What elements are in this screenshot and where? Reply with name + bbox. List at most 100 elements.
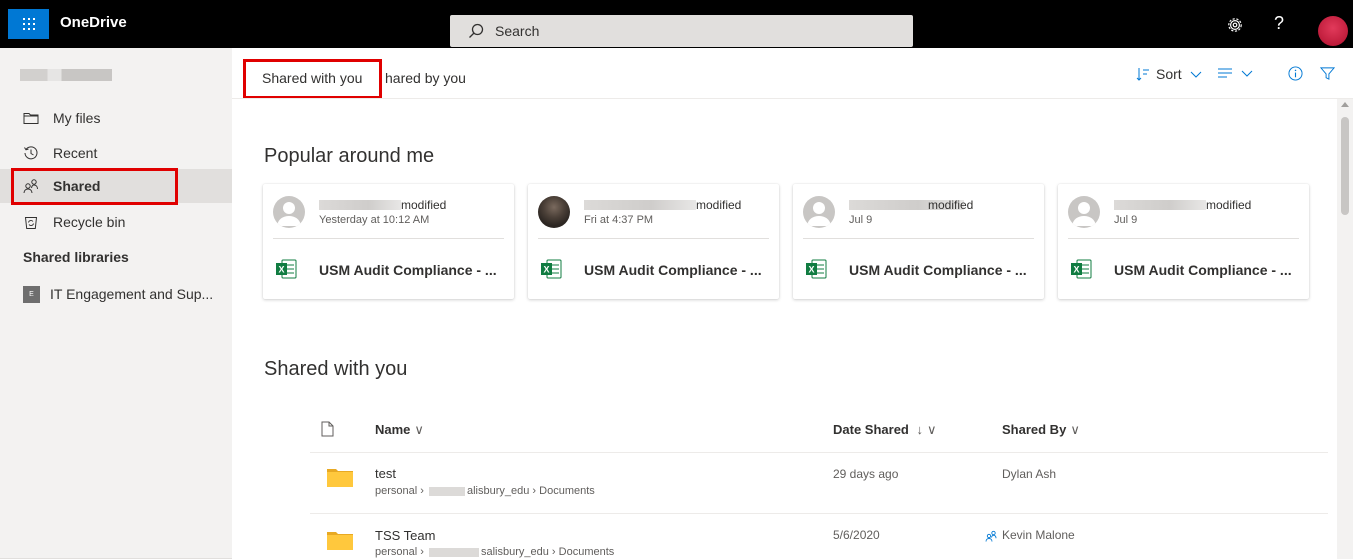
row-name[interactable]: TSS Team — [375, 528, 435, 543]
card-divider — [803, 238, 1034, 239]
card-file-name: USM Audit Compliance - ... — [1114, 262, 1292, 278]
app-name[interactable]: OneDrive — [60, 14, 127, 31]
chevron-down-icon: ∨ — [1070, 422, 1080, 437]
card-divider — [538, 238, 769, 239]
svg-text:X: X — [1073, 265, 1079, 275]
clock-icon — [24, 146, 38, 160]
settings-gear-icon[interactable] — [1226, 16, 1244, 34]
left-navigation: My files Recent Shared Recycle bin Share… — [0, 48, 232, 559]
sidebar-item-label: Recycle bin — [53, 214, 126, 230]
column-header-label: Date Shared — [833, 422, 909, 437]
popular-card[interactable]: modified Yesterday at 10:12 AM X USM Aud… — [263, 184, 514, 299]
row-name[interactable]: test — [375, 466, 396, 481]
search-input[interactable] — [495, 15, 895, 47]
person-placeholder-icon — [1072, 202, 1096, 226]
row-path: personal › alisbury_edu › Documents — [375, 485, 595, 497]
user-name-redacted — [584, 200, 696, 210]
sidebar-item-label: Recent — [53, 145, 98, 161]
row-date: 29 days ago — [833, 467, 899, 481]
card-file-name: USM Audit Compliance - ... — [584, 262, 762, 278]
card-action: modified — [928, 198, 974, 212]
user-name-redacted — [20, 69, 112, 81]
column-header-name[interactable]: Name ∨ — [375, 422, 424, 438]
view-options-button[interactable] — [1217, 66, 1253, 80]
svg-text:X: X — [543, 265, 549, 275]
chevron-down-icon: ∨ — [414, 422, 424, 437]
excel-file-icon: X — [1071, 259, 1092, 279]
sidebar-item-recycle-bin[interactable]: Recycle bin — [0, 205, 232, 239]
card-action: modified — [696, 198, 742, 212]
sidebar-item-shared[interactable]: Shared — [0, 169, 232, 203]
waffle-icon — [22, 18, 35, 30]
sidebar-item-it-engagement[interactable]: E IT Engagement and Sup... — [0, 277, 232, 311]
sort-label: Sort — [1156, 66, 1182, 82]
card-time: Fri at 4:37 PM — [584, 214, 654, 226]
popular-card[interactable]: modified Fri at 4:37 PM X USM Audit Comp… — [528, 184, 779, 299]
excel-file-icon: X — [541, 259, 562, 279]
avatar — [538, 196, 570, 228]
avatar — [1068, 196, 1100, 228]
card-time: Jul 9 — [849, 214, 873, 226]
column-header-label: Name — [375, 422, 411, 437]
search-box[interactable] — [450, 15, 913, 47]
popular-card[interactable]: modified Jul 9 X USM Audit Compliance - … — [1058, 184, 1309, 299]
avatar — [803, 196, 835, 228]
recycle-bin-icon — [24, 217, 38, 229]
card-file-name: USM Audit Compliance - ... — [849, 262, 1027, 278]
card-file-name: USM Audit Compliance - ... — [319, 262, 497, 278]
info-icon[interactable] — [1288, 66, 1303, 81]
row-date: 5/6/2020 — [833, 528, 880, 542]
column-header-date-shared[interactable]: Date Shared ↓ ∨ — [833, 422, 937, 438]
account-avatar[interactable] — [1318, 16, 1348, 46]
path-start: personal › — [375, 546, 424, 558]
shared-section-title: Shared with you — [264, 358, 408, 380]
row-path: personal › salisbury_edu › Documents — [375, 546, 614, 558]
scrollbar-thumb[interactable] — [1341, 117, 1349, 215]
folder-icon — [327, 532, 353, 550]
view-list-icon — [1218, 68, 1232, 78]
search-icon — [469, 23, 484, 38]
library-badge: E — [23, 285, 40, 303]
sort-arrow-icon: ↓ — [916, 422, 924, 437]
command-bar: Shared with you hared by you Sort — [232, 48, 1353, 99]
folder-icon — [327, 469, 353, 487]
popular-section-title: Popular around me — [264, 145, 435, 167]
tab-shared-by-you[interactable]: hared by you — [385, 70, 466, 86]
help-button[interactable]: ? — [1274, 13, 1284, 34]
card-divider — [1068, 238, 1299, 239]
sidebar-item-recent[interactable]: Recent — [0, 136, 232, 170]
sidebar-item-label: Shared — [53, 178, 101, 194]
card-divider — [273, 238, 504, 239]
card-action: modified — [1206, 198, 1252, 212]
path-redacted — [428, 547, 479, 557]
tab-shared-with-you[interactable]: Shared with you — [262, 70, 362, 86]
row-divider — [310, 513, 1328, 514]
excel-file-icon: X — [806, 259, 827, 279]
scroll-up-arrow-icon[interactable] — [1341, 102, 1349, 107]
people-icon — [23, 179, 38, 194]
filter-icon[interactable] — [1320, 66, 1335, 81]
top-bar: OneDrive ? — [0, 0, 1353, 48]
excel-file-icon: X — [276, 259, 297, 279]
popular-card[interactable]: modified Jul 9 X USM Audit Compliance - … — [793, 184, 1044, 299]
sidebar-item-label: My files — [53, 110, 101, 126]
sort-icon — [1136, 68, 1149, 81]
chevron-down-icon — [1190, 71, 1202, 78]
user-name-redacted — [319, 200, 401, 210]
person-placeholder-icon — [807, 202, 831, 226]
sidebar-item-my-files[interactable]: My files — [0, 101, 232, 135]
row-shared-by: Kevin Malone — [1002, 528, 1075, 542]
people-icon — [985, 530, 997, 542]
path-end: salisbury_edu › Documents — [480, 546, 615, 558]
app-launcher-button[interactable] — [8, 9, 49, 39]
column-header-shared-by[interactable]: Shared By ∨ — [1002, 422, 1080, 438]
file-type-header-icon[interactable] — [321, 421, 334, 437]
row-shared-by: Dylan Ash — [1002, 467, 1057, 481]
row-divider — [310, 452, 1328, 453]
sort-button[interactable]: Sort — [1136, 66, 1202, 82]
person-placeholder-icon — [277, 202, 301, 226]
chevron-down-icon — [1241, 70, 1253, 77]
card-time: Yesterday at 10:12 AM — [319, 214, 430, 226]
chevron-down-icon: ∨ — [927, 422, 937, 437]
column-header-label: Shared By — [1002, 422, 1067, 437]
